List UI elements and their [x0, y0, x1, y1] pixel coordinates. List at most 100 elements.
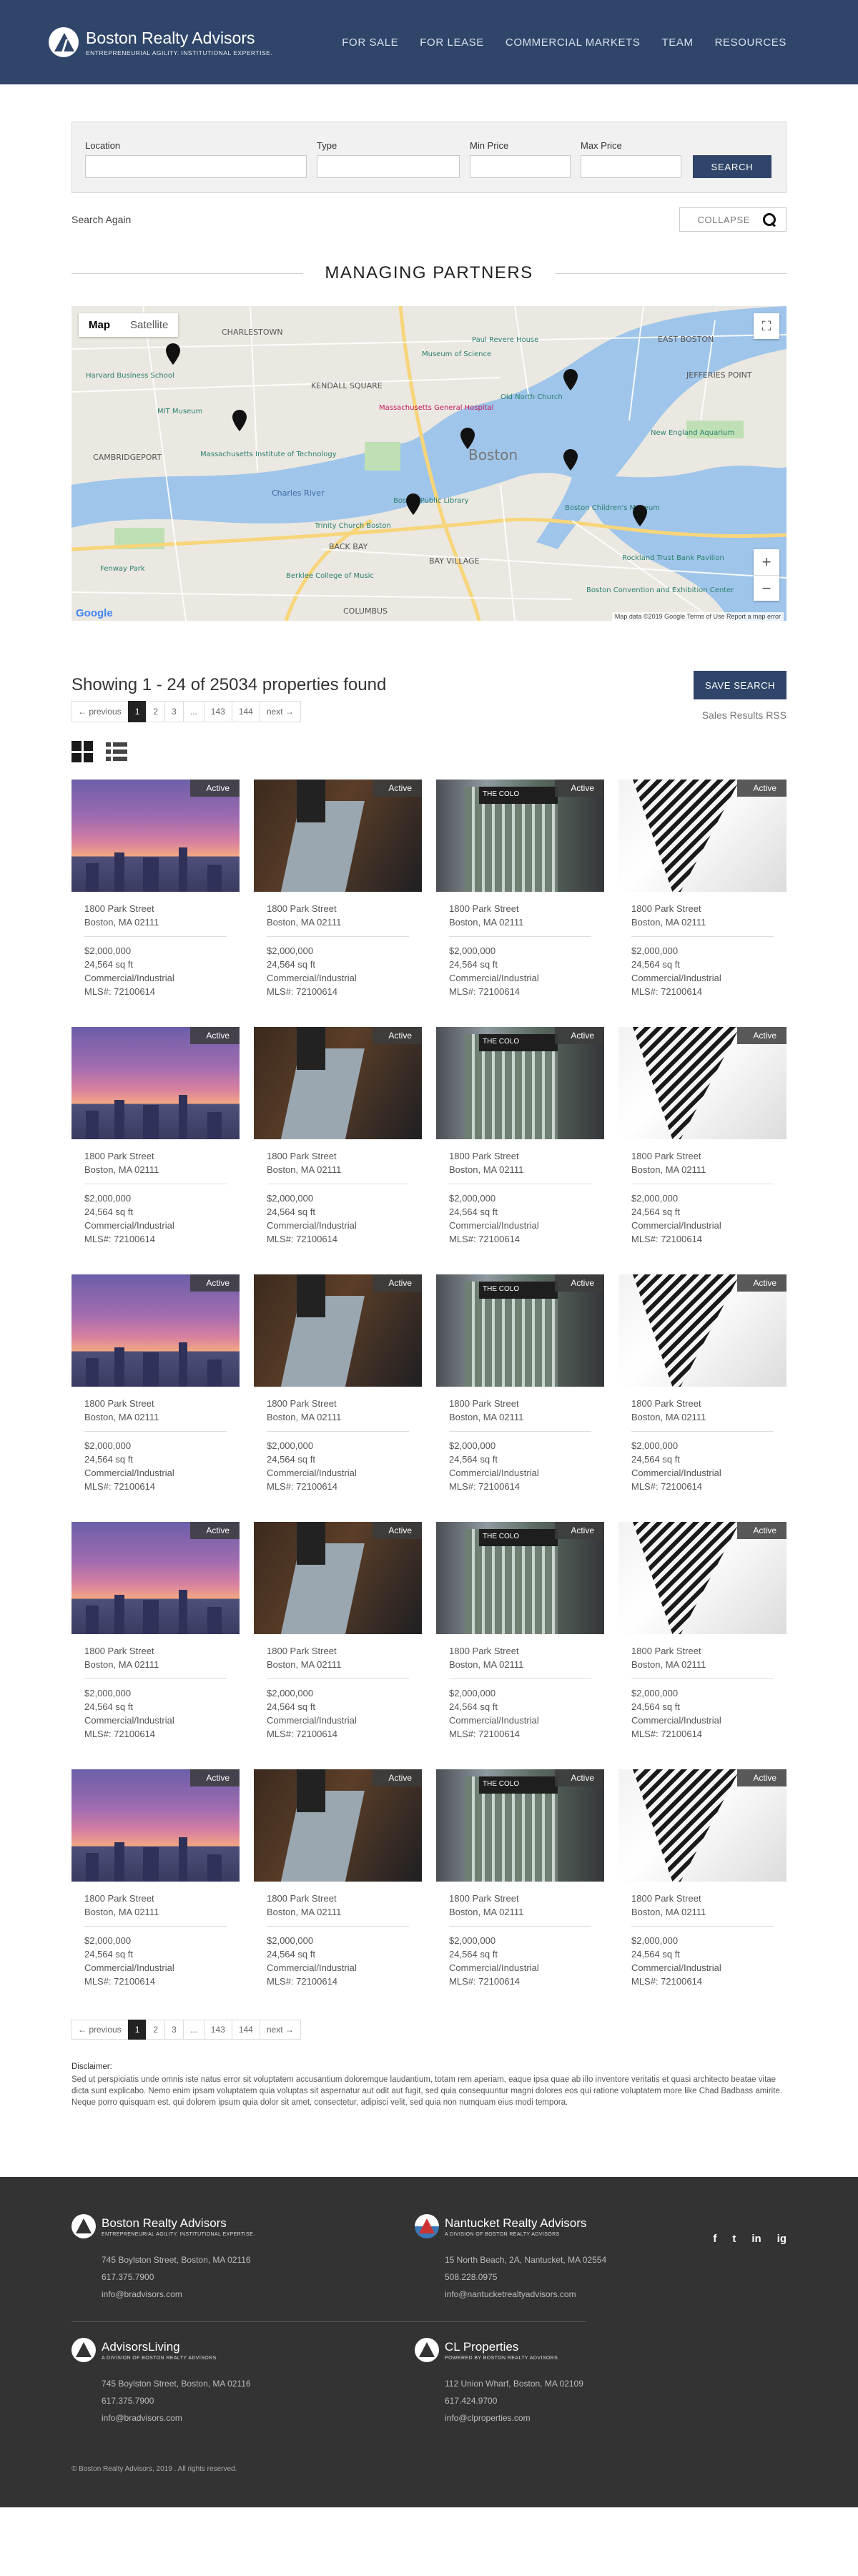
linkedin-icon[interactable]: in	[751, 2233, 761, 2245]
listing-street[interactable]: 1800 Park Street	[449, 1149, 591, 1163]
listing-photo[interactable]: Active	[72, 1274, 240, 1387]
listing-street[interactable]: 1800 Park Street	[631, 1397, 774, 1410]
pagination-page[interactable]: 1	[127, 701, 147, 722]
pagination-page[interactable]: 3	[164, 2020, 184, 2040]
collapse-button[interactable]: COLLAPSE	[679, 207, 786, 232]
listing-photo[interactable]: Active	[618, 1027, 786, 1139]
listing-card[interactable]: THE COLO Active 1800 Park Street Boston, MA…	[436, 1274, 604, 1493]
listing-street[interactable]: 1800 Park Street	[84, 902, 227, 915]
pagination-next[interactable]: next →	[259, 701, 301, 722]
listing-photo[interactable]: THE COLO Active	[436, 1274, 604, 1387]
listing-photo[interactable]: Active	[72, 1522, 240, 1634]
footer-logo-bra[interactable]: Boston Realty Advisors ENTREPRENEURIAL A…	[72, 2214, 286, 2238]
listing-card[interactable]: Active 1800 Park Street Boston, MA 02111 $2…	[254, 1274, 422, 1493]
listing-card[interactable]: Active 1800 Park Street Boston, MA 02111 $2…	[618, 1769, 786, 1988]
listing-street[interactable]: 1800 Park Street	[267, 1644, 409, 1658]
listing-photo[interactable]: Active	[254, 1522, 422, 1634]
listing-street[interactable]: 1800 Park Street	[631, 1644, 774, 1658]
listing-card[interactable]: THE COLO Active 1800 Park Street Boston, MA…	[436, 780, 604, 998]
company-email[interactable]: info@bradvisors.com	[102, 2409, 286, 2427]
listing-card[interactable]: Active 1800 Park Street Boston, MA 02111 $2…	[72, 1274, 240, 1493]
pagination-next[interactable]: next →	[259, 2020, 301, 2040]
listing-street[interactable]: 1800 Park Street	[267, 902, 409, 915]
listing-photo[interactable]: Active	[618, 1274, 786, 1387]
footer-logo-nantucket[interactable]: Nantucket Realty Advisors A DIVISION OF …	[415, 2214, 629, 2238]
nav-team[interactable]: TEAM	[662, 36, 694, 49]
company-email[interactable]: info@nantucketrealtyadvisors.com	[445, 2286, 629, 2303]
twitter-icon[interactable]: t	[732, 2233, 736, 2245]
listing-street[interactable]: 1800 Park Street	[84, 1892, 227, 1905]
type-select[interactable]	[317, 155, 460, 178]
pagination-prev[interactable]: ← previous	[71, 701, 129, 722]
listing-street[interactable]: 1800 Park Street	[84, 1644, 227, 1658]
listing-photo[interactable]: THE COLO Active	[436, 1522, 604, 1634]
grid-view-icon[interactable]	[72, 741, 93, 762]
listing-photo[interactable]: Active	[72, 780, 240, 892]
pagination-page[interactable]: 143	[203, 2020, 232, 2040]
map-attribution[interactable]: Map data ©2019 Google Terms of Use Repor…	[611, 612, 784, 621]
listing-card[interactable]: THE COLO Active 1800 Park Street Boston, MA…	[436, 1522, 604, 1741]
nav-for-sale[interactable]: FOR SALE	[342, 36, 398, 49]
pagination-prev[interactable]: ← previous	[71, 2020, 129, 2040]
listing-photo[interactable]: Active	[618, 1769, 786, 1882]
listing-photo[interactable]: Active	[618, 780, 786, 892]
footer-logo-advisorsliving[interactable]: AdvisorsLiving A DIVISION OF BOSTON REAL…	[72, 2338, 286, 2362]
listing-card[interactable]: Active 1800 Park Street Boston, MA 02111 $2…	[254, 1769, 422, 1988]
listing-card[interactable]: Active 1800 Park Street Boston, MA 02111 $2…	[254, 1522, 422, 1741]
pagination-page[interactable]: 2	[146, 701, 166, 722]
listing-street[interactable]: 1800 Park Street	[631, 1149, 774, 1163]
listing-photo[interactable]: THE COLO Active	[436, 1027, 604, 1139]
listing-card[interactable]: Active 1800 Park Street Boston, MA 02111 $2…	[72, 780, 240, 998]
list-view-icon[interactable]	[106, 741, 127, 762]
listing-street[interactable]: 1800 Park Street	[267, 1397, 409, 1410]
listing-street[interactable]: 1800 Park Street	[84, 1149, 227, 1163]
listing-photo[interactable]: Active	[254, 780, 422, 892]
listing-photo[interactable]: Active	[72, 1027, 240, 1139]
listing-street[interactable]: 1800 Park Street	[84, 1397, 227, 1410]
listing-street[interactable]: 1800 Park Street	[267, 1892, 409, 1905]
listing-street[interactable]: 1800 Park Street	[449, 902, 591, 915]
listing-street[interactable]: 1800 Park Street	[631, 902, 774, 915]
listing-card[interactable]: Active 1800 Park Street Boston, MA 02111 $2…	[618, 1274, 786, 1493]
listing-photo[interactable]: Active	[254, 1274, 422, 1387]
pagination-page[interactable]: 1	[127, 2020, 147, 2040]
listing-street[interactable]: 1800 Park Street	[267, 1149, 409, 1163]
company-phone[interactable]: 617.375.7900	[102, 2392, 286, 2409]
brand-logo[interactable]: Boston Realty Advisors ENTREPRENEURIAL A…	[49, 27, 272, 57]
pagination-page[interactable]: 144	[231, 701, 260, 722]
footer-logo-clproperties[interactable]: CL Properties POWERED BY BOSTON REALTY A…	[415, 2338, 629, 2362]
company-phone[interactable]: 617.424.9700	[445, 2392, 629, 2409]
pagination-page[interactable]: 2	[146, 2020, 166, 2040]
rss-link[interactable]: Sales Results RSS	[702, 709, 786, 721]
pagination-page[interactable]: 3	[164, 701, 184, 722]
listing-street[interactable]: 1800 Park Street	[449, 1397, 591, 1410]
fullscreen-icon[interactable]: ⛶	[754, 313, 779, 339]
save-search-button[interactable]: SAVE SEARCH	[694, 671, 786, 699]
listing-card[interactable]: Active 1800 Park Street Boston, MA 02111 $2…	[72, 1769, 240, 1988]
company-phone[interactable]: 617.375.7900	[102, 2268, 286, 2286]
listing-street[interactable]: 1800 Park Street	[449, 1644, 591, 1658]
listing-card[interactable]: Active 1800 Park Street Boston, MA 02111 $2…	[618, 1027, 786, 1246]
min-price-input[interactable]	[470, 155, 571, 178]
listing-card[interactable]: THE COLO Active 1800 Park Street Boston, MA…	[436, 1027, 604, 1246]
listing-street[interactable]: 1800 Park Street	[631, 1892, 774, 1905]
listing-card[interactable]: Active 1800 Park Street Boston, MA 02111 $2…	[254, 780, 422, 998]
zoom-in-button[interactable]: +	[754, 549, 779, 575]
map[interactable]: CHARLESTOWN EAST BOSTON KENDALL SQUARE C…	[72, 306, 786, 621]
listing-photo[interactable]: Active	[72, 1769, 240, 1882]
search-button[interactable]: SEARCH	[693, 155, 771, 178]
zoom-out-button[interactable]: −	[754, 575, 779, 601]
listing-photo[interactable]: Active	[618, 1522, 786, 1634]
company-email[interactable]: info@bradvisors.com	[102, 2286, 286, 2303]
listing-card[interactable]: Active 1800 Park Street Boston, MA 02111 $2…	[72, 1027, 240, 1246]
listing-card[interactable]: Active 1800 Park Street Boston, MA 02111 $2…	[254, 1027, 422, 1246]
listing-photo[interactable]: Active	[254, 1027, 422, 1139]
company-phone[interactable]: 508.228.0975	[445, 2268, 629, 2286]
listing-photo[interactable]: Active	[254, 1769, 422, 1882]
listing-card[interactable]: Active 1800 Park Street Boston, MA 02111 $2…	[72, 1522, 240, 1741]
listing-card[interactable]: Active 1800 Park Street Boston, MA 02111 $2…	[618, 780, 786, 998]
listing-photo[interactable]: THE COLO Active	[436, 1769, 604, 1882]
listing-card[interactable]: Active 1800 Park Street Boston, MA 02111 $2…	[618, 1522, 786, 1741]
company-email[interactable]: info@clproperties.com	[445, 2409, 629, 2427]
map-type-satellite[interactable]: Satellite	[120, 313, 178, 337]
